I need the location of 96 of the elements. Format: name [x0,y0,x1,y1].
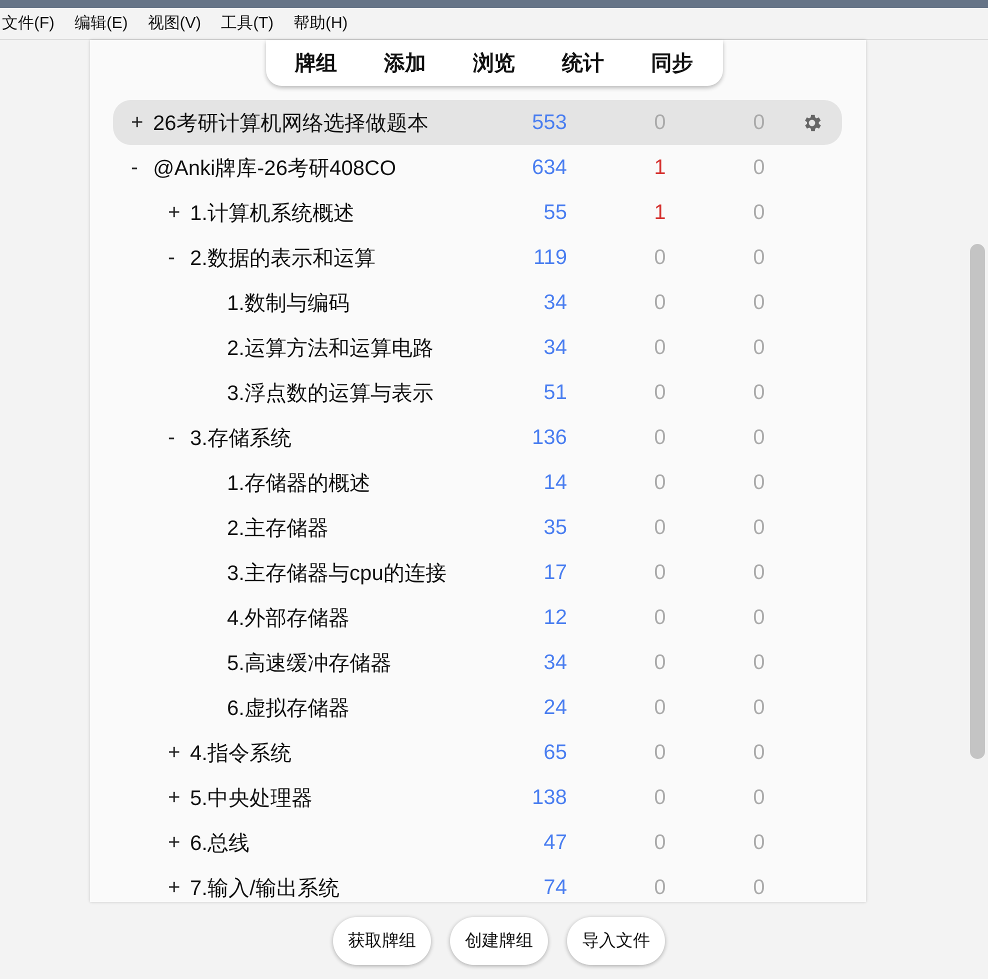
learn-count: 0 [653,606,667,630]
new-count: 55 [542,200,567,224]
learn-count: 0 [653,740,667,764]
new-count: 14 [542,470,567,494]
new-count: 51 [542,380,567,404]
deck-name[interactable]: 3.浮点数的运算与表示 [227,378,434,406]
learn-count: 0 [653,110,667,134]
due-count: 0 [753,200,765,224]
deck-name[interactable]: 3.主存储器与cpu的连接 [227,558,446,586]
learn-count: 0 [653,426,667,450]
new-count: 34 [542,290,567,314]
expand-toggle[interactable]: + [168,200,180,224]
due-count: 0 [753,426,765,450]
due-count: 0 [753,876,765,900]
deck-name[interactable]: 26考研计算机网络选择做题本 [153,108,428,136]
deck-name[interactable]: 2.数据的表示和运算 [190,244,376,272]
toolbar-tab[interactable]: 同步 [628,49,716,77]
due-count: 0 [753,336,765,360]
menu-item[interactable]: 编辑(E) [72,13,140,34]
due-count: 0 [753,246,765,270]
action-button[interactable]: 获取牌组 [333,916,431,964]
new-count: 47 [542,830,567,854]
scrollbar-thumb[interactable] [970,244,985,759]
learn-count: 0 [653,830,667,854]
deck-name[interactable]: 1.存储器的概述 [227,468,371,496]
menu-item[interactable]: 视图(V) [146,13,214,34]
new-count: 74 [542,876,567,900]
due-count: 0 [753,156,765,180]
due-count: 0 [753,380,765,404]
new-count: 634 [530,156,567,180]
due-count: 0 [753,560,765,584]
new-count: 136 [530,426,567,450]
due-count: 0 [753,606,765,630]
deck-name[interactable]: 1.计算机系统概述 [190,198,355,226]
due-count: 0 [753,290,765,314]
menu-item[interactable]: 帮助(H) [292,13,360,34]
new-count: 65 [542,740,567,764]
due-count: 0 [753,470,765,494]
learn-count: 1 [653,200,667,224]
new-count: 34 [542,650,567,674]
learn-count: 1 [653,156,667,180]
due-count: 0 [753,110,765,134]
due-count: 0 [753,740,765,764]
learn-count: 0 [653,336,667,360]
learn-count: 0 [653,876,667,900]
deck-name[interactable]: 3.存储系统 [190,424,292,452]
new-count: 17 [542,560,567,584]
expand-toggle[interactable]: + [168,830,180,854]
learn-count: 0 [653,290,667,314]
learn-count: 0 [653,560,667,584]
due-count: 0 [753,786,765,810]
deck-name[interactable]: 1.数制与编码 [227,288,350,316]
toolbar-tab[interactable]: 添加 [360,49,450,77]
new-count: 34 [542,336,567,360]
new-count: 119 [532,246,567,270]
due-count: 0 [753,516,765,540]
menu-item[interactable]: 工具(T) [219,13,286,34]
deck-name[interactable]: 4.指令系统 [190,738,292,766]
deck-name[interactable]: 6.总线 [190,828,250,856]
new-count: 553 [530,110,567,134]
action-button[interactable]: 创建牌组 [450,916,548,964]
due-count: 0 [753,830,765,854]
deck-name[interactable]: 5.中央处理器 [190,784,313,812]
expand-toggle[interactable]: + [168,876,180,898]
expand-toggle[interactable]: + [168,740,180,764]
menu-item[interactable]: 文件(F) [0,13,66,34]
deck-name[interactable]: 2.主存储器 [227,514,329,542]
new-count: 35 [542,516,567,540]
toolbar-tab[interactable]: 牌组 [272,49,360,77]
deck-name[interactable]: @Anki牌库-26考研408CO [153,154,396,182]
toolbar-tab[interactable]: 统计 [538,49,628,77]
collapse-toggle[interactable]: - [168,246,175,268]
expand-toggle[interactable]: + [131,110,144,134]
learn-count: 0 [653,650,667,674]
action-button[interactable]: 导入文件 [567,916,665,964]
deck-name[interactable]: 2.运算方法和运算电路 [227,334,434,362]
due-count: 0 [753,650,765,674]
learn-count: 0 [653,696,667,720]
deck-name[interactable]: 5.高速缓冲存储器 [227,648,392,676]
deck-name[interactable]: 4.外部存储器 [227,604,350,632]
collapse-toggle[interactable]: - [131,156,138,178]
learn-count: 0 [653,470,667,494]
expand-toggle[interactable]: + [168,786,180,808]
learn-count: 0 [653,786,667,810]
learn-count: 0 [653,380,667,404]
new-count: 24 [542,696,567,720]
collapse-toggle[interactable]: - [168,426,175,448]
deck-name[interactable]: 7.输入/输出系统 [190,874,340,902]
new-count: 12 [542,606,567,630]
deck-row[interactable]: + 26考研计算机网络选择做题本 553 0 0 [113,100,842,145]
deck-name[interactable]: 6.虚拟存储器 [227,694,350,722]
learn-count: 0 [653,516,667,540]
toolbar-tab[interactable]: 浏览 [450,49,538,77]
due-count: 0 [753,696,765,720]
new-count: 138 [530,786,567,810]
learn-count: 0 [653,246,667,270]
